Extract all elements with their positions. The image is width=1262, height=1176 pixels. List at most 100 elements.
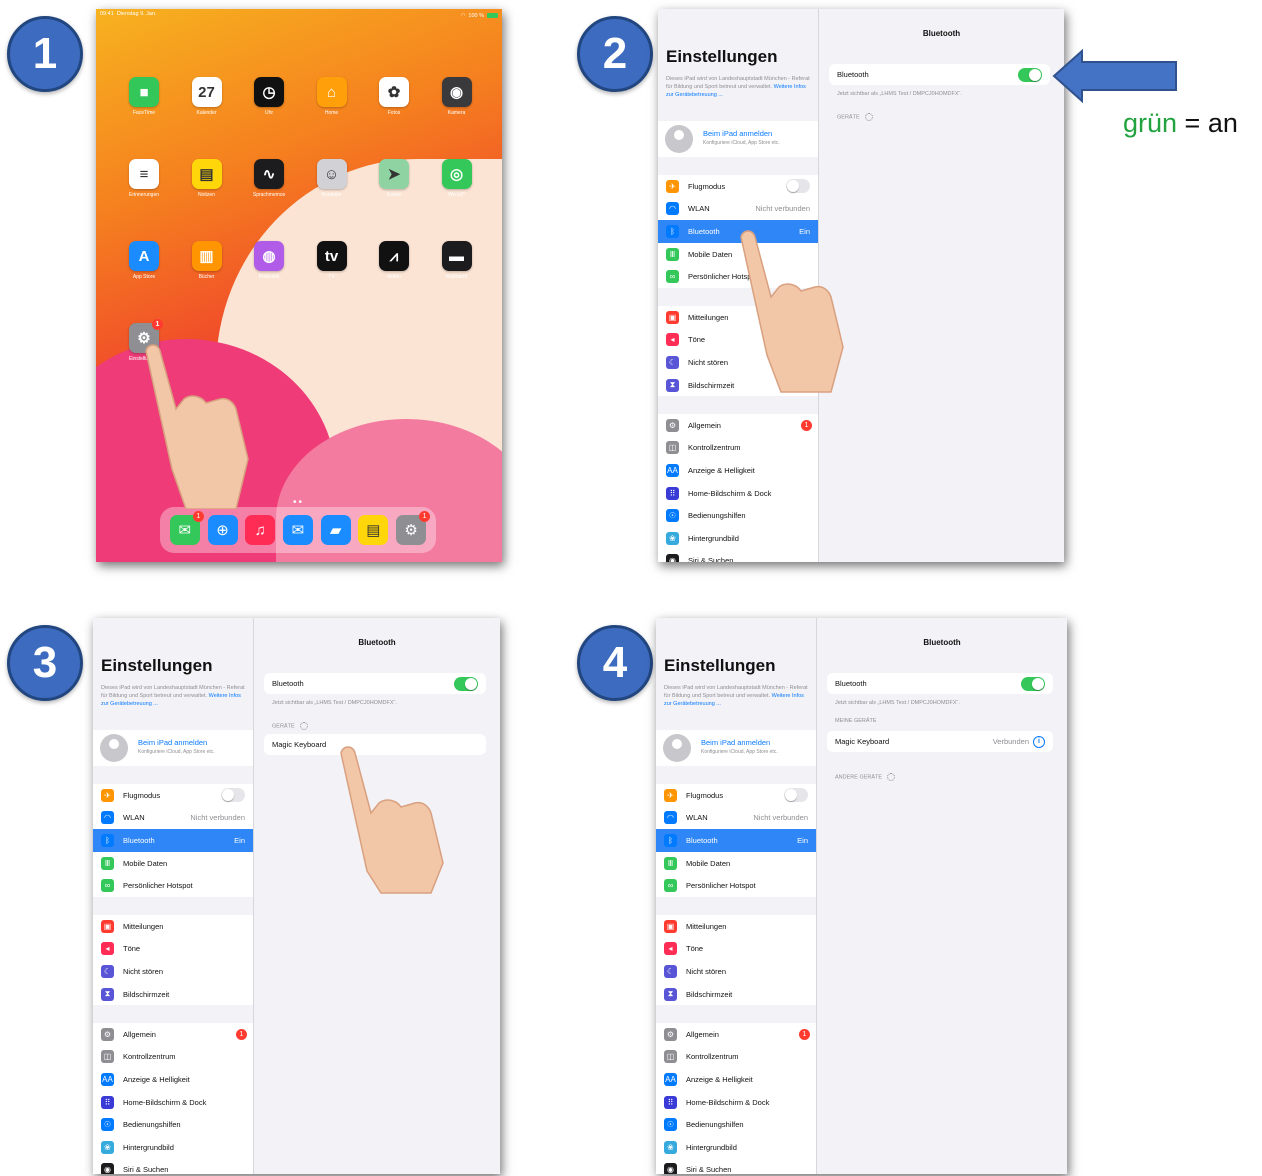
wifi-icon: ◠ bbox=[664, 811, 677, 825]
sign-in-row[interactable]: Beim iPad anmelden Konfiguriere iCloud, A… bbox=[93, 730, 253, 766]
app-contacts[interactable]: ☺ Kontakte bbox=[301, 159, 363, 198]
spinner-icon bbox=[299, 722, 308, 730]
sidebar-item-moon[interactable]: ☾ Nicht stören bbox=[656, 960, 816, 983]
app-tv[interactable]: tv TV bbox=[301, 241, 363, 280]
airplane-mode-toggle[interactable] bbox=[784, 788, 808, 803]
app-notes[interactable]: ▤ Notizen bbox=[176, 159, 238, 198]
sidebar-item-sounds[interactable]: ◂ Töne bbox=[93, 938, 253, 961]
sidebar-item-moon[interactable]: ☾ Nicht stören bbox=[93, 960, 253, 983]
sidebar-item-label: Siri & Suchen bbox=[123, 1165, 169, 1174]
device-row-magic-keyboard[interactable]: Magic Keyboard Verbunden i bbox=[827, 731, 1053, 752]
sidebar-item-hotspot[interactable]: ∞ Persönlicher Hotspot bbox=[656, 874, 816, 897]
hourglass-icon: ⧗ bbox=[664, 987, 677, 1001]
sidebar-item-label: Töne bbox=[123, 944, 141, 954]
sidebar-item-gear[interactable]: ⚙ Allgemein 1 bbox=[656, 1023, 816, 1046]
app-maps[interactable]: ➤ Karten bbox=[363, 159, 425, 198]
sidebar-item-airplane[interactable]: ✈ Flugmodus bbox=[93, 784, 253, 807]
dock-files-icon[interactable]: ▰ bbox=[320, 515, 351, 545]
sidebar-item-bluetooth[interactable]: ᛒ Bluetooth Ein bbox=[656, 829, 816, 852]
sidebar-item-cellular[interactable]: Ⅲ Mobile Daten bbox=[93, 852, 253, 875]
dock-notes-icon[interactable]: ▤ bbox=[358, 515, 389, 545]
sidebar-item-display[interactable]: AA Anzeige & Helligkeit bbox=[93, 1068, 253, 1091]
control-center-icon: ◫ bbox=[101, 1050, 114, 1064]
app-clock[interactable]: ◷ Uhr bbox=[238, 77, 300, 116]
sidebar-item-home-screen[interactable]: ⠿ Home-Bildschirm & Dock bbox=[656, 1091, 816, 1114]
sidebar-item-wifi[interactable]: ◠ WLAN Nicht verbunden bbox=[93, 807, 253, 830]
moon-icon: ☾ bbox=[664, 964, 677, 978]
sidebar-item-control-center[interactable]: ◫ Kontrollzentrum bbox=[93, 1046, 253, 1069]
sidebar-item-wifi[interactable]: ◠ WLAN Nicht verbunden bbox=[658, 198, 818, 221]
dock-settings-icon[interactable]: ⚙ 1 bbox=[396, 511, 431, 545]
app-app-store[interactable]: A App Store bbox=[113, 241, 175, 280]
sidebar-item-display[interactable]: AA Anzeige & Helligkeit bbox=[658, 459, 818, 482]
sidebar-item-gear[interactable]: ⚙ Allgemein 1 bbox=[658, 414, 818, 437]
sidebar-item-airplane[interactable]: ✈ Flugmodus bbox=[658, 175, 818, 198]
sidebar-item-home-screen[interactable]: ⠿ Home-Bildschirm & Dock bbox=[93, 1091, 253, 1114]
sidebar-item-bluetooth[interactable]: ᛒ Bluetooth Ein bbox=[93, 829, 253, 852]
airplane-mode-toggle[interactable] bbox=[786, 179, 810, 194]
sidebar-item-wifi[interactable]: ◠ WLAN Nicht verbunden bbox=[656, 807, 816, 830]
step-4-badge: 4 bbox=[577, 625, 653, 701]
app-facetime[interactable]: ■ FaceTime bbox=[113, 77, 175, 116]
app-measure[interactable]: ▬ Maßband bbox=[426, 241, 488, 280]
sidebar-item-label: Mobile Daten bbox=[123, 858, 168, 868]
sidebar-item-accessibility[interactable]: ☉ Bedienungshilfen bbox=[658, 504, 818, 527]
sidebar-item-hourglass[interactable]: ⧗ Bildschirmzeit bbox=[656, 983, 816, 1006]
sidebar-item-accessibility[interactable]: ☉ Bedienungshilfen bbox=[656, 1113, 816, 1136]
dock-messages-icon[interactable]: ✉ 1 bbox=[169, 511, 204, 545]
info-icon[interactable]: i bbox=[1033, 735, 1045, 748]
bluetooth-detail: Bluetooth Bluetooth Jetzt sichtbar als „… bbox=[819, 9, 1064, 562]
sidebar-item-hotspot[interactable]: ∞ Persönlicher Hotspot bbox=[93, 874, 253, 897]
home-screen-icon: ⠿ bbox=[666, 486, 679, 500]
sidebar-item-wallpaper[interactable]: ❀ Hintergrundbild bbox=[93, 1136, 253, 1159]
sign-in-row[interactable]: Beim iPad anmelden Konfiguriere iCloud, A… bbox=[658, 121, 818, 157]
sidebar-item-airplane[interactable]: ✈ Flugmodus bbox=[656, 784, 816, 807]
app-label: Kamera bbox=[447, 110, 466, 116]
sidebar-item-notifications[interactable]: ▣ Mitteilungen bbox=[93, 915, 253, 938]
app-calendar[interactable]: 27 Kalender bbox=[176, 77, 238, 116]
siri-icon: ◉ bbox=[666, 554, 679, 562]
bluetooth-toggle[interactable] bbox=[454, 676, 478, 691]
sidebar-item-hourglass[interactable]: ⧗ Bildschirmzeit bbox=[93, 983, 253, 1006]
dock-safari-icon[interactable]: ⊕ bbox=[207, 515, 238, 545]
sidebar-item-siri[interactable]: ◉ Siri & Suchen bbox=[93, 1159, 253, 1174]
app-find-my[interactable]: ◎ Wo ist? bbox=[426, 159, 488, 198]
sidebar-item-wallpaper[interactable]: ❀ Hintergrundbild bbox=[658, 527, 818, 550]
sidebar-item-notifications[interactable]: ▣ Mitteilungen bbox=[656, 915, 816, 938]
sidebar-item-cellular[interactable]: Ⅲ Mobile Daten bbox=[656, 852, 816, 875]
sidebar-item-siri[interactable]: ◉ Siri & Suchen bbox=[658, 550, 818, 562]
sidebar-item-home-screen[interactable]: ⠿ Home-Bildschirm & Dock bbox=[658, 482, 818, 505]
sidebar-item-control-center[interactable]: ◫ Kontrollzentrum bbox=[656, 1046, 816, 1069]
sidebar-item-gear[interactable]: ⚙ Allgemein 1 bbox=[93, 1023, 253, 1046]
moon-icon: ☾ bbox=[666, 355, 679, 369]
camera-icon: ◉ bbox=[441, 77, 472, 107]
app-books[interactable]: ▥ Bücher bbox=[176, 241, 238, 280]
sidebar-item-label: Flugmodus bbox=[686, 790, 724, 800]
bluetooth-toggle[interactable] bbox=[1021, 676, 1045, 691]
sidebar-item-sounds[interactable]: ◂ Töne bbox=[656, 938, 816, 961]
other-devices-section-header: ANDERE GERÄTE bbox=[835, 773, 896, 781]
sidebar-item-control-center[interactable]: ◫ Kontrollzentrum bbox=[658, 437, 818, 460]
sidebar-item-label: Allgemein bbox=[123, 1029, 156, 1039]
sidebar-item-display[interactable]: AA Anzeige & Helligkeit bbox=[656, 1068, 816, 1091]
sidebar-item-label: Anzeige & Helligkeit bbox=[686, 1074, 753, 1084]
app-stocks[interactable]: ⩘ Aktien bbox=[363, 241, 425, 280]
app-podcasts[interactable]: ◍ Podcasts bbox=[238, 241, 300, 280]
sign-in-row[interactable]: Beim iPad anmelden Konfiguriere iCloud, A… bbox=[656, 730, 816, 766]
dock-mail-icon[interactable]: ✉ bbox=[282, 515, 313, 545]
app-home[interactable]: ⌂ Home bbox=[301, 77, 363, 116]
sidebar-item-label: Siri & Suchen bbox=[686, 1165, 732, 1174]
app-reminders[interactable]: ≡ Erinnerungen bbox=[113, 159, 175, 198]
app-camera[interactable]: ◉ Kamera bbox=[426, 77, 488, 116]
sidebar-item-siri[interactable]: ◉ Siri & Suchen bbox=[656, 1159, 816, 1174]
sidebar-item-accessibility[interactable]: ☉ Bedienungshilfen bbox=[93, 1113, 253, 1136]
dock-music-icon[interactable]: ♫ bbox=[245, 515, 276, 545]
app-voice-memos[interactable]: ∿ Sprachmemos bbox=[238, 159, 300, 198]
sidebar-item-wallpaper[interactable]: ❀ Hintergrundbild bbox=[656, 1136, 816, 1159]
bluetooth-toggle[interactable] bbox=[1018, 67, 1042, 82]
airplane-mode-toggle[interactable] bbox=[221, 788, 245, 803]
app-photos[interactable]: ✿ Fotos bbox=[363, 77, 425, 116]
step-3-badge: 3 bbox=[7, 625, 83, 701]
settings-title: Einstellungen bbox=[101, 656, 213, 675]
cellular-icon: Ⅲ bbox=[666, 247, 679, 261]
